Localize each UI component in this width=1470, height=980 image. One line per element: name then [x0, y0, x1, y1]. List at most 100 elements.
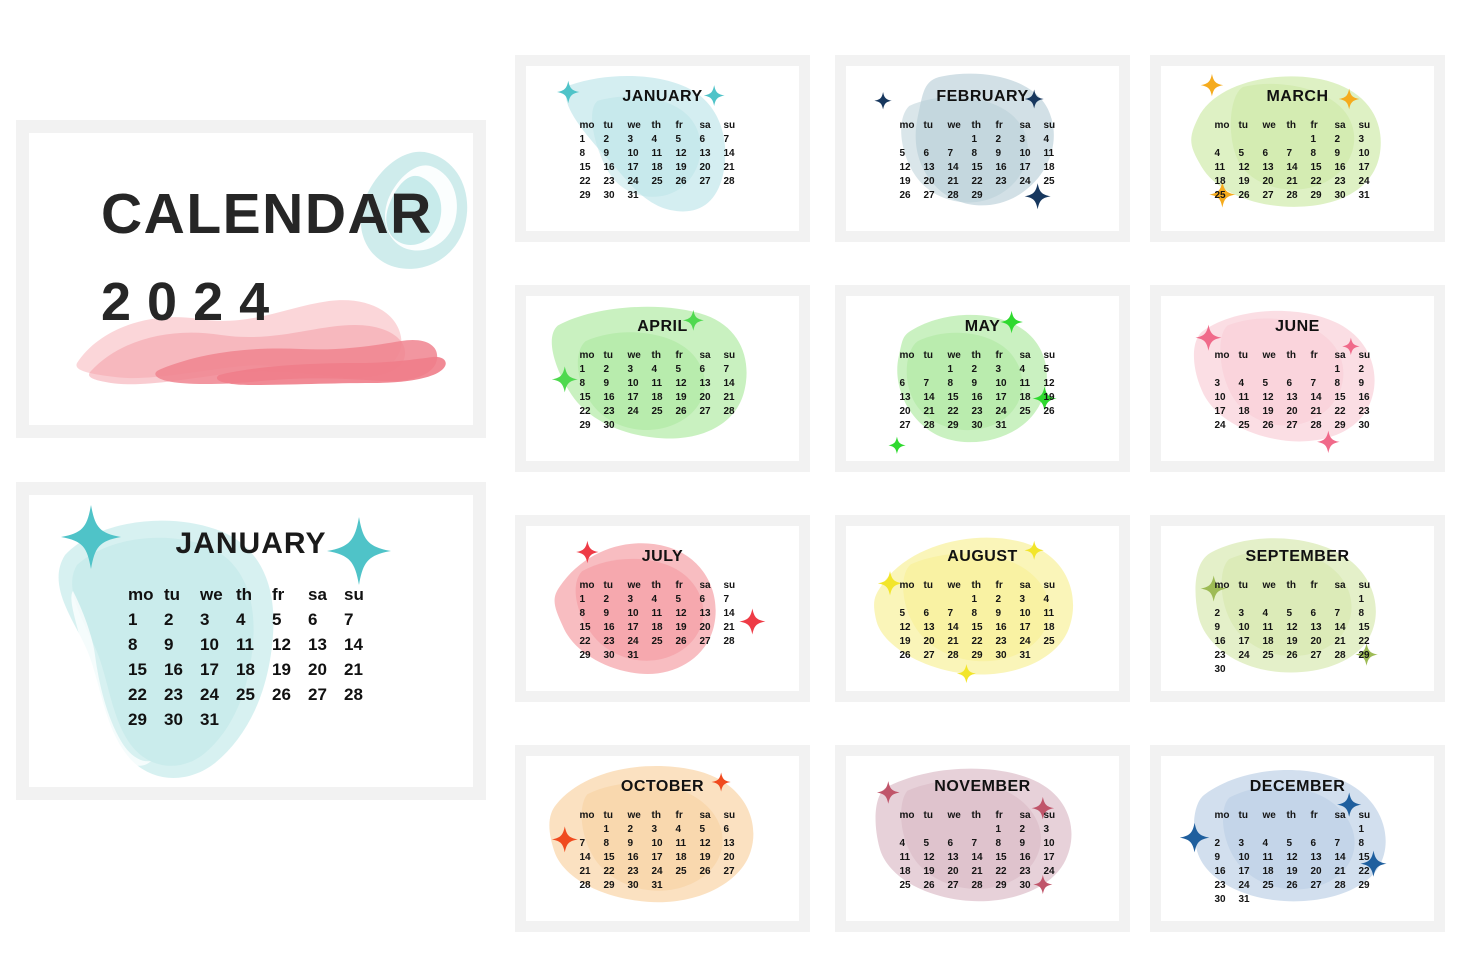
day-cell[interactable]: 11 [1019, 377, 1043, 390]
day-cell[interactable]: 12 [270, 635, 304, 655]
day-cell[interactable]: 31 [995, 419, 1019, 432]
day-cell[interactable]: 7 [1310, 377, 1334, 390]
day-cell[interactable]: 4 [1262, 607, 1286, 620]
day-cell[interactable]: 13 [923, 621, 947, 634]
day-cell[interactable]: 11 [651, 607, 675, 620]
day-cell[interactable]: 31 [627, 189, 651, 202]
day-cell[interactable]: 15 [971, 161, 995, 174]
day-cell[interactable]: 13 [947, 851, 971, 864]
day-cell[interactable]: 12 [1286, 851, 1310, 864]
day-cell[interactable]: 7 [1334, 607, 1358, 620]
day-cell[interactable]: 9 [603, 607, 627, 620]
day-cell[interactable]: 19 [675, 621, 699, 634]
day-cell[interactable]: 23 [995, 635, 1019, 648]
day-cell[interactable]: 5 [923, 837, 947, 850]
day-cell[interactable]: 7 [342, 610, 376, 630]
day-cell[interactable]: 10 [1358, 147, 1382, 160]
day-cell[interactable]: 2 [1334, 133, 1358, 146]
day-cell[interactable]: 4 [675, 823, 699, 836]
day-cell[interactable]: 3 [198, 610, 232, 630]
day-cell[interactable]: 19 [270, 660, 304, 680]
day-cell[interactable]: 4 [1043, 133, 1067, 146]
month-panel-september[interactable]: SEPTEMBER mo tu we th fr sa su 1 2 3 4 5 6 7 8 9 10 11 12 1… [1150, 515, 1445, 702]
day-cell[interactable]: 10 [651, 837, 675, 850]
day-cell[interactable]: 3 [1019, 593, 1043, 606]
day-cell[interactable]: 5 [270, 610, 304, 630]
day-cell[interactable]: 21 [1310, 405, 1334, 418]
day-cell[interactable]: 13 [1286, 391, 1310, 404]
day-cell[interactable]: 19 [899, 175, 923, 188]
day-cell[interactable]: 14 [923, 391, 947, 404]
day-cell[interactable]: 27 [923, 189, 947, 202]
day-cell[interactable]: 7 [971, 837, 995, 850]
day-cell[interactable]: 26 [899, 649, 923, 662]
day-cell[interactable]: 24 [1019, 635, 1043, 648]
day-cell[interactable]: 21 [1334, 635, 1358, 648]
day-cell[interactable]: 2 [1358, 363, 1382, 376]
day-cell[interactable]: 27 [699, 635, 723, 648]
day-cell[interactable]: 11 [1238, 391, 1262, 404]
day-cell[interactable]: 11 [899, 851, 923, 864]
day-cell[interactable]: 6 [1310, 607, 1334, 620]
day-cell[interactable]: 30 [1334, 189, 1358, 202]
day-cell[interactable]: 6 [923, 607, 947, 620]
day-cell[interactable]: 29 [995, 879, 1019, 892]
day-cell[interactable]: 14 [1334, 621, 1358, 634]
day-cell[interactable]: 4 [234, 610, 268, 630]
day-cell[interactable]: 9 [603, 377, 627, 390]
day-cell[interactable]: 5 [675, 133, 699, 146]
day-cell[interactable]: 24 [1019, 175, 1043, 188]
day-cell[interactable]: 11 [1043, 607, 1067, 620]
day-cell[interactable]: 18 [675, 851, 699, 864]
day-cell[interactable]: 8 [579, 607, 603, 620]
day-cell[interactable]: 12 [675, 147, 699, 160]
day-cell[interactable]: 1 [947, 363, 971, 376]
day-cell[interactable]: 15 [579, 161, 603, 174]
month-panel-november[interactable]: NOVEMBER mo tu we th fr sa su 1 2 3 4 5 6 7 8 9 10 11 12 13… [835, 745, 1130, 932]
day-cell[interactable]: 18 [1043, 621, 1067, 634]
day-cell[interactable]: 16 [1019, 851, 1043, 864]
day-cell[interactable]: 25 [651, 635, 675, 648]
day-cell[interactable]: 17 [627, 621, 651, 634]
day-cell[interactable]: 14 [1310, 391, 1334, 404]
day-cell[interactable]: 10 [1238, 851, 1262, 864]
day-cell[interactable]: 27 [699, 175, 723, 188]
day-cell[interactable]: 2 [627, 823, 651, 836]
day-cell[interactable]: 10 [627, 607, 651, 620]
day-cell[interactable]: 1 [995, 823, 1019, 836]
day-cell[interactable]: 10 [1019, 147, 1043, 160]
month-panel-december[interactable]: DECEMBER mo tu we th fr sa su 1 2 3 4 5 6 7 8 9 10 11 12 13… [1150, 745, 1445, 932]
day-cell[interactable]: 21 [723, 621, 747, 634]
day-cell[interactable]: 13 [899, 391, 923, 404]
day-cell[interactable]: 2 [995, 593, 1019, 606]
day-cell[interactable]: 2 [995, 133, 1019, 146]
day-cell[interactable]: 24 [1043, 865, 1067, 878]
day-cell[interactable]: 24 [1358, 175, 1382, 188]
day-cell[interactable]: 8 [971, 607, 995, 620]
day-cell[interactable]: 16 [971, 391, 995, 404]
day-cell[interactable]: 10 [627, 377, 651, 390]
day-cell[interactable]: 17 [1019, 161, 1043, 174]
day-cell[interactable]: 6 [699, 593, 723, 606]
month-panel-july[interactable]: JULY mo tu we th fr sa su 1 2 3 4 5 6 7 8 9 10 11 12 13 14 15 1… [515, 515, 810, 702]
day-cell[interactable]: 7 [723, 133, 747, 146]
day-cell[interactable]: 26 [899, 189, 923, 202]
day-cell[interactable]: 15 [579, 621, 603, 634]
day-cell[interactable]: 20 [1310, 865, 1334, 878]
day-cell[interactable]: 27 [947, 879, 971, 892]
day-cell[interactable]: 27 [306, 685, 340, 705]
day-cell[interactable]: 12 [699, 837, 723, 850]
day-cell[interactable]: 12 [923, 851, 947, 864]
day-cell[interactable]: 12 [1286, 621, 1310, 634]
day-cell[interactable]: 13 [306, 635, 340, 655]
day-cell[interactable]: 14 [971, 851, 995, 864]
day-cell[interactable]: 17 [198, 660, 232, 680]
day-cell[interactable]: 18 [1262, 865, 1286, 878]
day-cell[interactable]: 28 [723, 405, 747, 418]
day-cell[interactable]: 4 [651, 133, 675, 146]
day-cell[interactable]: 8 [126, 635, 160, 655]
day-cell[interactable]: 30 [603, 649, 627, 662]
day-cell[interactable]: 4 [1214, 147, 1238, 160]
day-cell[interactable]: 27 [923, 649, 947, 662]
day-cell[interactable]: 18 [1019, 391, 1043, 404]
